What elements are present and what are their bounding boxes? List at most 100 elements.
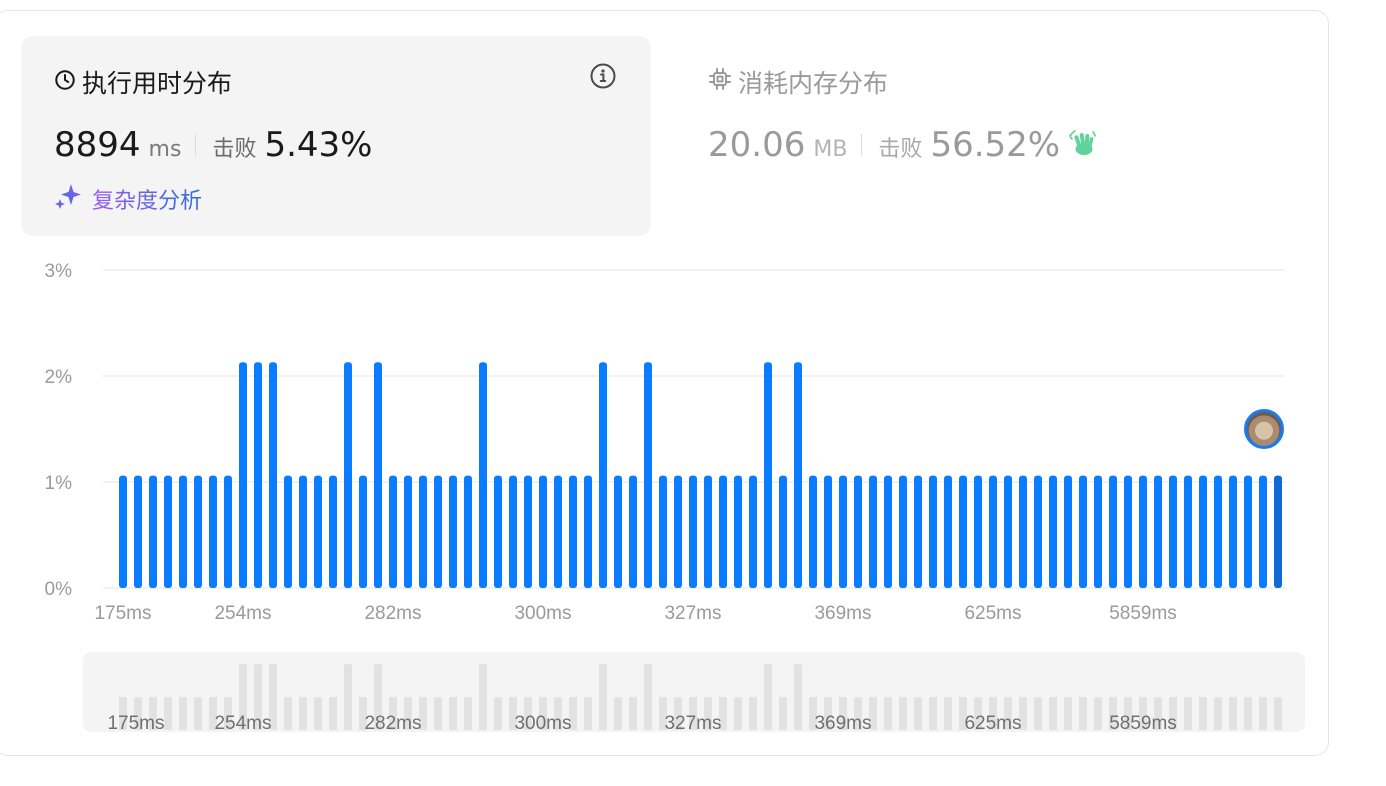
y-tick-label: 1%: [45, 473, 73, 494]
info-icon[interactable]: [590, 63, 616, 93]
memory-unit: MB: [813, 137, 848, 162]
runtime-bar[interactable]: [1124, 475, 1132, 588]
runtime-bar[interactable]: [869, 475, 877, 588]
brush-overview[interactable]: 175ms 254ms 282ms 300ms 327ms 369ms 625ms 5859m…: [0, 640, 1386, 740]
brush-bar: [614, 697, 622, 730]
runtime-bar[interactable]: [629, 475, 637, 588]
runtime-bar[interactable]: [689, 475, 697, 588]
runtime-bar[interactable]: [659, 475, 667, 588]
runtime-bar[interactable]: [254, 362, 262, 588]
runtime-bar[interactable]: [374, 362, 382, 588]
runtime-bar[interactable]: [1244, 475, 1252, 588]
runtime-bar[interactable]: [209, 475, 217, 588]
memory-title[interactable]: 消耗内存分布: [708, 64, 888, 100]
runtime-bar[interactable]: [224, 475, 232, 588]
brush-bar: [449, 697, 457, 730]
x-tick-label: 369ms: [814, 603, 871, 624]
runtime-bar[interactable]: [1259, 475, 1267, 588]
y-tick-label: 0%: [45, 579, 73, 600]
runtime-bar[interactable]: [479, 362, 487, 588]
runtime-bar[interactable]: [809, 475, 817, 588]
runtime-bar[interactable]: [284, 475, 292, 588]
runtime-bar[interactable]: [1004, 475, 1012, 588]
brush-bar: [749, 697, 757, 730]
runtime-bar[interactable]: [1094, 475, 1102, 588]
complexity-analysis-link[interactable]: 复杂度分析: [54, 182, 202, 216]
runtime-bar[interactable]: [524, 475, 532, 588]
runtime-bar[interactable]: [779, 475, 787, 588]
runtime-bar[interactable]: [989, 475, 997, 588]
runtime-bar[interactable]: [554, 475, 562, 588]
memory-metric: 20.06 MB 击败 56.52%: [708, 125, 1098, 165]
runtime-bar[interactable]: [644, 362, 652, 588]
runtime-bar[interactable]: [749, 475, 757, 588]
runtime-distribution-chart[interactable]: 0% 1% 2% 3% 175ms 254ms 282ms 300ms 327ms 369ms 6…: [0, 250, 1386, 640]
runtime-bar[interactable]: [164, 475, 172, 588]
runtime-bar[interactable]: [464, 475, 472, 588]
user-avatar[interactable]: [1244, 409, 1284, 449]
runtime-bar[interactable]: [929, 475, 937, 588]
x-tick-label: 327ms: [664, 603, 721, 624]
runtime-bar[interactable]: [1214, 475, 1222, 588]
y-tick-label: 2%: [45, 367, 73, 388]
memory-title-text: 消耗内存分布: [738, 69, 889, 98]
runtime-bar[interactable]: [539, 475, 547, 588]
runtime-bar[interactable]: [359, 475, 367, 588]
runtime-bar[interactable]: [509, 475, 517, 588]
user-runtime-bar[interactable]: [1274, 475, 1282, 588]
runtime-bar[interactable]: [299, 475, 307, 588]
runtime-bar[interactable]: [584, 475, 592, 588]
runtime-bar[interactable]: [854, 475, 862, 588]
runtime-bar[interactable]: [419, 475, 427, 588]
runtime-bar[interactable]: [719, 475, 727, 588]
runtime-bar[interactable]: [1049, 475, 1057, 588]
runtime-bar[interactable]: [1229, 475, 1237, 588]
brush-bar: [779, 697, 787, 730]
runtime-bar[interactable]: [179, 475, 187, 588]
runtime-bar[interactable]: [914, 475, 922, 588]
brush-bar: [1064, 697, 1072, 730]
runtime-bar[interactable]: [1079, 475, 1087, 588]
runtime-bar[interactable]: [239, 362, 247, 588]
brush-bar: [329, 697, 337, 730]
runtime-bar[interactable]: [959, 475, 967, 588]
runtime-bar[interactable]: [1154, 475, 1162, 588]
runtime-bar[interactable]: [134, 475, 142, 588]
runtime-bar[interactable]: [1019, 475, 1027, 588]
runtime-bar[interactable]: [1139, 475, 1147, 588]
runtime-bar[interactable]: [1064, 475, 1072, 588]
runtime-bar[interactable]: [839, 475, 847, 588]
runtime-bar[interactable]: [1184, 475, 1192, 588]
brush-bar: [929, 697, 937, 730]
runtime-bar[interactable]: [434, 475, 442, 588]
runtime-bar[interactable]: [899, 475, 907, 588]
runtime-bar[interactable]: [614, 475, 622, 588]
runtime-bar[interactable]: [404, 475, 412, 588]
runtime-bar[interactable]: [389, 475, 397, 588]
runtime-bar[interactable]: [764, 362, 772, 588]
runtime-bar[interactable]: [269, 362, 277, 588]
runtime-bar[interactable]: [944, 475, 952, 588]
runtime-bar[interactable]: [824, 475, 832, 588]
memory-beat-label: 击败: [878, 137, 923, 162]
runtime-bar[interactable]: [119, 475, 127, 588]
runtime-bar[interactable]: [449, 475, 457, 588]
runtime-bar[interactable]: [704, 475, 712, 588]
runtime-bar[interactable]: [1034, 475, 1042, 588]
runtime-bar[interactable]: [1199, 475, 1207, 588]
runtime-bar[interactable]: [194, 475, 202, 588]
runtime-bar[interactable]: [329, 475, 337, 588]
runtime-bar[interactable]: [794, 362, 802, 588]
runtime-bar[interactable]: [314, 475, 322, 588]
runtime-bar[interactable]: [569, 475, 577, 588]
runtime-bar[interactable]: [344, 362, 352, 588]
runtime-bar[interactable]: [1109, 475, 1117, 588]
runtime-bar[interactable]: [599, 362, 607, 588]
runtime-bar[interactable]: [674, 475, 682, 588]
runtime-bar[interactable]: [149, 475, 157, 588]
runtime-bar[interactable]: [884, 475, 892, 588]
runtime-bar[interactable]: [734, 475, 742, 588]
runtime-bar[interactable]: [1169, 475, 1177, 588]
runtime-bar[interactable]: [974, 475, 982, 588]
runtime-bar[interactable]: [494, 475, 502, 588]
